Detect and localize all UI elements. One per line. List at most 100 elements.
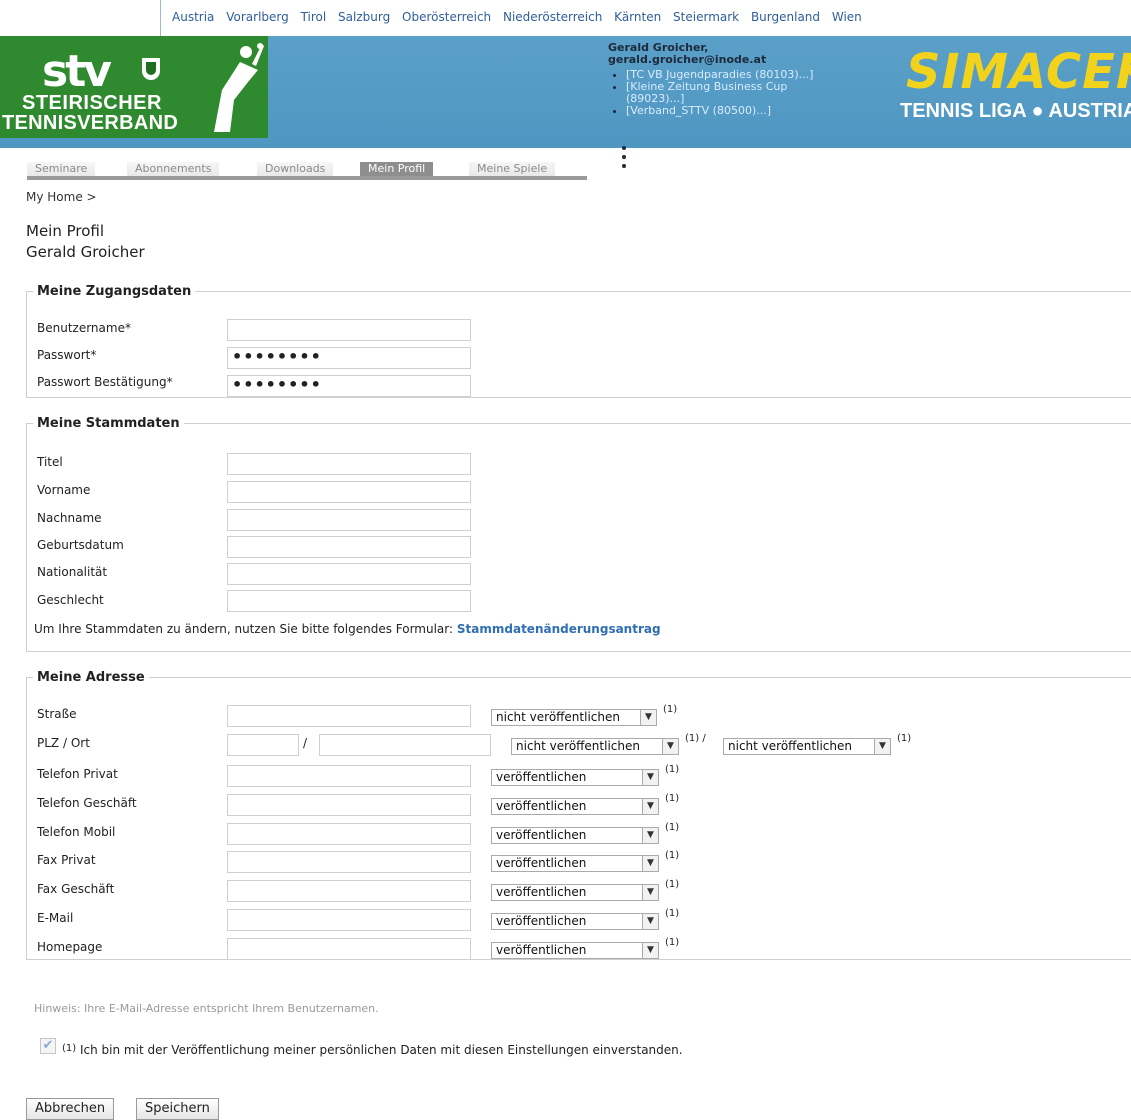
phone-private-field[interactable] xyxy=(227,765,471,787)
phone-business-field[interactable] xyxy=(227,793,471,816)
city-field[interactable] xyxy=(319,734,491,756)
street-field[interactable] xyxy=(227,705,471,727)
street-visibility-select[interactable]: nicht veröffentlichen ▼ xyxy=(491,709,657,726)
region-link-burgenland[interactable]: Burgenland xyxy=(751,10,820,24)
region-link-austria[interactable]: Austria xyxy=(172,10,214,24)
phone-mobile-field[interactable] xyxy=(227,822,471,845)
gender-field[interactable] xyxy=(227,590,471,612)
chevron-down-icon: ▼ xyxy=(642,827,658,843)
region-link-salzburg[interactable]: Salzburg xyxy=(338,10,390,24)
email-field[interactable] xyxy=(227,909,471,931)
phone-mobile-visibility-select[interactable]: veröffentlichen ▼ xyxy=(491,826,659,844)
password-input[interactable]: •••••••• xyxy=(227,347,471,369)
footnote-marker: (1) xyxy=(665,792,680,804)
change-request-link[interactable]: Stammdatenänderungsantrag xyxy=(457,622,661,636)
gender-label: Geschlecht xyxy=(37,593,104,607)
tab-meine-spiele[interactable]: Meine Spiele xyxy=(469,162,556,176)
email-visibility-value: veröffentlichen xyxy=(496,914,587,928)
simacek-logo[interactable]: SIMACEK TENNIS LIGA ● AUSTRIA xyxy=(900,44,1131,134)
email-label: E-Mail xyxy=(37,911,74,925)
fax-private-field[interactable] xyxy=(227,851,471,874)
footnote-marker: (1) xyxy=(663,704,678,715)
tennis-liga-austria-wordmark: TENNIS LIGA ● AUSTRIA xyxy=(900,100,1131,122)
homepage-visibility-select[interactable]: veröffentlichen ▼ xyxy=(491,941,659,959)
access-fieldset: Meine Zugangsdaten Benutzername* Passwor… xyxy=(26,284,1131,398)
city-visibility-select[interactable]: nicht veröffentlichen ▼ xyxy=(723,738,891,755)
chevron-down-icon: ▼ xyxy=(642,798,658,814)
region-links: Austria Vorarlberg Tirol Salzburg Oberös… xyxy=(172,10,870,24)
tab-mein-profil[interactable]: Mein Profil xyxy=(360,162,434,176)
region-link-vorarlberg[interactable]: Vorarlberg xyxy=(226,10,289,24)
footnote-marker: (1) xyxy=(897,733,912,744)
zip-city-label: PLZ / Ort xyxy=(37,736,90,750)
homepage-visibility-value: veröffentlichen xyxy=(496,942,587,957)
email-hint: Hinweis: Ihre E-Mail-Adresse entspricht … xyxy=(34,1002,379,1015)
phone-mobile-visibility-value: veröffentlichen xyxy=(496,827,587,842)
region-link-tirol[interactable]: Tirol xyxy=(301,10,327,24)
chevron-down-icon: ▼ xyxy=(642,885,658,901)
master-data-fieldset: Meine Stammdaten Titel Vorname Nachname … xyxy=(26,416,1131,652)
email-visibility-select[interactable]: veröffentlichen ▼ xyxy=(491,913,659,930)
phone-mobile-label: Telefon Mobil xyxy=(37,824,116,839)
footnote-marker: (1) xyxy=(665,936,680,948)
nationality-label: Nationalität xyxy=(37,565,108,579)
tab-downloads[interactable]: Downloads xyxy=(257,162,334,176)
region-link-steiermark[interactable]: Steiermark xyxy=(673,10,739,24)
username-input[interactable] xyxy=(227,319,471,341)
phone-private-visibility-value: veröffentlichen xyxy=(496,770,587,784)
phone-business-label: Telefon Geschäft xyxy=(37,795,137,810)
cancel-button[interactable]: Abbrechen xyxy=(26,1098,115,1120)
city-visibility-value: nicht veröffentlichen xyxy=(728,739,852,753)
username-label: Benutzername* xyxy=(37,321,131,335)
password-confirm-input[interactable]: •••••••• xyxy=(227,375,471,397)
save-button[interactable]: Speichern xyxy=(136,1098,219,1120)
footnote-marker: (1) xyxy=(665,821,680,833)
crest-icon xyxy=(142,58,160,80)
chevron-down-icon: ▼ xyxy=(642,770,658,785)
homepage-field[interactable] xyxy=(227,937,471,960)
region-link-kaernten[interactable]: Kärnten xyxy=(614,10,661,24)
title-field[interactable] xyxy=(227,453,471,475)
bullet-icon xyxy=(622,146,626,150)
master-data-note: Um Ihre Stammdaten zu ändern, nutzen Sie… xyxy=(34,622,661,636)
zip-visibility-value: nicht veröffentlichen xyxy=(516,739,640,753)
zip-field[interactable] xyxy=(227,734,299,756)
chevron-down-icon: ▼ xyxy=(640,710,656,725)
fax-business-field[interactable] xyxy=(227,880,471,903)
first-name-field[interactable] xyxy=(227,481,471,503)
first-name-label: Vorname xyxy=(37,483,91,497)
zip-visibility-select[interactable]: nicht veröffentlichen ▼ xyxy=(511,738,679,755)
nationality-field[interactable] xyxy=(227,563,471,585)
fax-business-visibility-value: veröffentlichen xyxy=(496,885,587,900)
footnote-marker: (1) xyxy=(665,879,680,891)
sttv-logo-mark: stv xyxy=(42,46,112,97)
region-link-wien[interactable]: Wien xyxy=(832,10,862,24)
region-link-niederoesterreich[interactable]: Niederösterreich xyxy=(503,10,602,24)
footnote-marker: (1) xyxy=(665,908,680,919)
fax-private-visibility-select[interactable]: veröffentlichen ▼ xyxy=(491,855,659,873)
phone-private-visibility-select[interactable]: veröffentlichen ▼ xyxy=(491,769,659,786)
address-fieldset: Meine Adresse Straße nicht veröffentlich… xyxy=(26,670,1131,960)
access-legend: Meine Zugangsdaten xyxy=(37,284,192,299)
tab-seminare[interactable]: Seminare xyxy=(27,162,96,176)
password-label: Passwort* xyxy=(37,348,97,362)
club-link[interactable]: [Verband_STTV (80500)...] xyxy=(626,105,844,117)
fax-business-visibility-select[interactable]: veröffentlichen ▼ xyxy=(491,884,659,902)
region-link-oberoesterreich[interactable]: Oberösterreich xyxy=(402,10,491,24)
master-data-legend: Meine Stammdaten xyxy=(37,416,180,431)
street-label: Straße xyxy=(37,707,77,721)
last-name-field[interactable] xyxy=(227,509,471,531)
chevron-down-icon: ▼ xyxy=(642,914,658,929)
region-nav: Austria Vorarlberg Tirol Salzburg Oberös… xyxy=(0,0,1131,36)
sttv-logo-line2: TENNISVERBAND xyxy=(2,112,179,134)
breadcrumb[interactable]: My Home > xyxy=(26,190,97,204)
address-legend: Meine Adresse xyxy=(37,670,145,685)
sttv-logo[interactable]: stv STEIRISCHER TENNISVERBAND xyxy=(0,36,268,138)
club-link[interactable]: [Kleine Zeitung Business Cup (89023)...] xyxy=(626,81,844,105)
phone-business-visibility-select[interactable]: veröffentlichen ▼ xyxy=(491,797,659,815)
birthdate-field[interactable] xyxy=(227,536,471,558)
last-name-label: Nachname xyxy=(37,511,102,525)
tab-abonnements[interactable]: Abonnements xyxy=(127,162,220,176)
consent-label: Ich bin mit der Veröffentlichung meiner … xyxy=(80,1043,683,1057)
page-subtitle: Gerald Groicher xyxy=(26,243,145,261)
